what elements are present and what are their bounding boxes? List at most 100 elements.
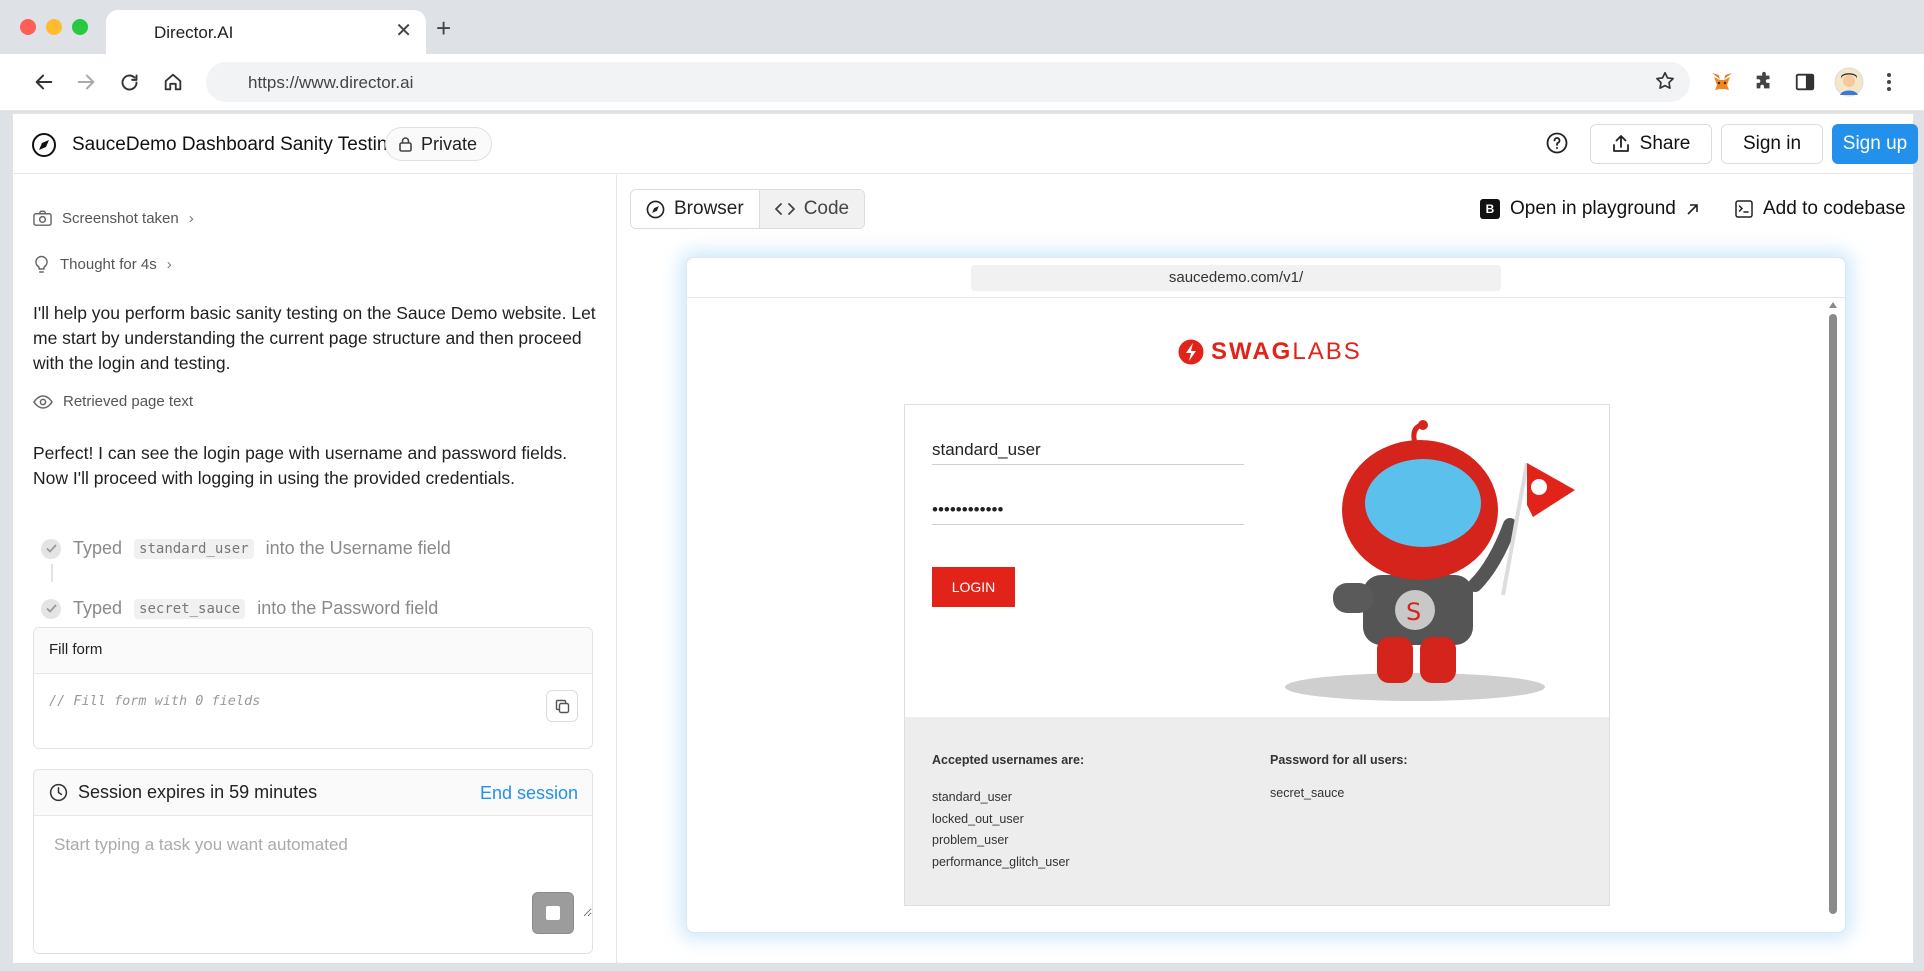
camera-icon <box>33 210 52 226</box>
logo-bold-text: SWAG <box>1211 338 1293 365</box>
session-title: SauceDemo Dashboard Sanity Testing <box>72 134 399 155</box>
logo-light-text: LABS <box>1292 338 1362 365</box>
password-hint: secret_sauce <box>1270 786 1345 800</box>
svg-text:S: S <box>1406 598 1421 626</box>
external-arrow-icon <box>1687 203 1698 215</box>
new-tab-icon[interactable]: + <box>436 14 451 42</box>
username-item: performance_glitch_user <box>932 854 1070 869</box>
thought-step-label: Thought for 4s <box>60 256 157 273</box>
chat-panel: Screenshot taken › Thought for 4s › I'll… <box>13 175 617 963</box>
retrieved-step[interactable]: Retrieved page text <box>33 393 193 410</box>
address-url: https://www.director.ai <box>248 73 414 92</box>
username-item: standard_user <box>932 790 1012 804</box>
reload-icon[interactable] <box>113 66 145 98</box>
scroll-up-arrow[interactable] <box>1829 302 1837 308</box>
compass-logo-icon[interactable] <box>31 132 57 158</box>
chevron-right-icon: › <box>166 256 172 273</box>
end-session-link[interactable]: End session <box>480 783 578 804</box>
login-button[interactable]: LOGIN <box>932 567 1015 607</box>
session-card: Session expires in 59 minutes End sessio… <box>33 769 593 954</box>
window-maximize-button[interactable] <box>72 19 88 35</box>
login-container: LOGIN S <box>904 404 1610 906</box>
remote-url[interactable]: saucedemo.com/v1/ <box>971 265 1501 291</box>
typed-prefix: Typed <box>73 598 123 618</box>
clock-icon <box>49 783 68 802</box>
share-button[interactable]: Share <box>1590 124 1712 164</box>
view-switcher: Browser Code <box>630 189 866 229</box>
typed-action-username: Typed standard_user into the Username fi… <box>41 538 451 559</box>
bookmark-star-icon[interactable] <box>1654 70 1676 97</box>
forward-icon[interactable] <box>70 66 102 98</box>
fill-form-card: Fill form // Fill form with 0 fields <box>33 627 593 749</box>
profile-avatar[interactable] <box>1833 66 1865 98</box>
typed-prefix: Typed <box>73 538 123 558</box>
window-close-button[interactable] <box>20 19 36 35</box>
copy-icon[interactable] <box>546 690 578 722</box>
tab-code-label: Code <box>803 198 850 219</box>
username-item: locked_out_user <box>932 811 1024 826</box>
remote-address-bar: saucedemo.com/v1/ <box>687 258 1845 298</box>
share-label: Share <box>1639 133 1691 154</box>
open-in-playground-link[interactable]: B Open in playground <box>1480 198 1699 220</box>
usernames-title: Accepted usernames are: <box>932 753 1085 767</box>
swag-labs-logo: SWAGLABS <box>1177 338 1362 366</box>
assistant-message: I'll help you perform basic sanity testi… <box>33 303 596 373</box>
swag-bot-mascot-icon: S <box>1285 420 1575 701</box>
chevron-right-icon: › <box>188 210 194 227</box>
stop-icon <box>546 906 560 920</box>
browser-toolbar: https://www.director.ai <box>0 54 1924 111</box>
browser-tab[interactable]: Director.AI ✕ <box>106 10 426 54</box>
sign-up-button[interactable]: Sign up <box>1832 124 1918 164</box>
viewport-scrollbar[interactable] <box>1829 314 1837 914</box>
window-minimize-button[interactable] <box>46 19 62 35</box>
share-icon <box>1612 135 1629 152</box>
sign-in-button[interactable]: Sign in <box>1721 124 1823 164</box>
typed-value: standard_user <box>134 538 254 559</box>
lock-icon <box>399 137 412 152</box>
username-input[interactable] <box>932 425 1244 465</box>
task-input[interactable] <box>34 817 592 917</box>
typed-suffix: into the Username field <box>265 538 451 558</box>
browser-tab-title: Director.AI <box>154 23 234 42</box>
terminal-icon <box>1735 200 1753 218</box>
metamask-fox-icon[interactable] <box>1706 66 1738 98</box>
playground-badge-icon: B <box>1480 199 1500 219</box>
app-header: SauceDemo Dashboard Sanity Testing Priva… <box>13 114 1918 174</box>
address-bar[interactable]: https://www.director.ai <box>206 62 1690 102</box>
swag-labs-wordmark: SWAGLABS <box>1211 338 1362 366</box>
browser-tab-strip: Director.AI ✕ + <box>0 0 1924 54</box>
check-icon <box>41 598 61 619</box>
code-brackets-icon <box>774 203 795 215</box>
password-input[interactable] <box>932 485 1244 525</box>
swag-bolt-icon <box>1178 339 1204 365</box>
password-title: Password for all users: <box>1270 753 1408 767</box>
help-icon[interactable] <box>1545 131 1571 157</box>
usernames-list: Accepted usernames are: standard_user lo… <box>932 753 1084 873</box>
typed-value: secret_sauce <box>134 598 246 619</box>
screenshot-step-label: Screenshot taken <box>62 210 179 227</box>
add-to-codebase-link[interactable]: Add to codebase <box>1735 198 1906 220</box>
director-app: SauceDemo Dashboard Sanity Testing Priva… <box>12 113 1918 963</box>
session-expiry-label: Session expires in 59 minutes <box>78 782 318 802</box>
fill-form-code: // Fill form with 0 fields <box>49 693 261 709</box>
retrieved-step-label: Retrieved page text <box>63 393 194 410</box>
tab-close-icon[interactable]: ✕ <box>395 20 412 42</box>
tab-browser-label: Browser <box>674 198 744 219</box>
tab-code[interactable]: Code <box>758 190 865 228</box>
home-icon[interactable] <box>157 66 189 98</box>
screenshot-step[interactable]: Screenshot taken › <box>33 210 194 227</box>
codebase-label: Add to codebase <box>1763 198 1906 219</box>
timeline-connector <box>51 564 53 582</box>
thought-step[interactable]: Thought for 4s › <box>33 255 172 274</box>
back-icon[interactable] <box>28 66 60 98</box>
assistant-message: Perfect! I can see the login page with u… <box>33 443 568 488</box>
browser-menu-icon[interactable] <box>1873 66 1905 98</box>
browser-panel: Browser Code B Open in playground Add to… <box>618 175 1913 963</box>
password-info: Password for all users: secret_sauce <box>1270 753 1408 805</box>
extensions-puzzle-icon[interactable] <box>1748 66 1780 98</box>
sign-in-label: Sign in <box>1742 133 1802 154</box>
side-panel-icon[interactable] <box>1789 66 1821 98</box>
privacy-badge[interactable]: Private <box>385 127 493 161</box>
stop-button[interactable] <box>532 892 574 934</box>
tab-browser[interactable]: Browser <box>631 190 759 228</box>
